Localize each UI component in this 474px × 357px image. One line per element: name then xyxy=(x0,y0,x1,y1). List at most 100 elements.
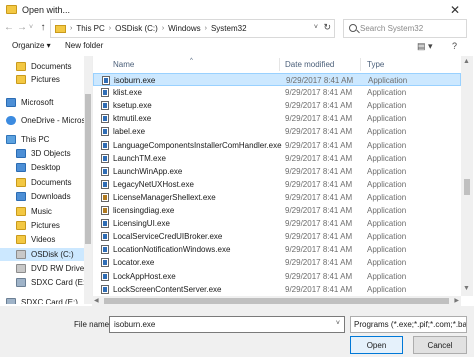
this-pc-icon xyxy=(6,135,16,144)
file-row[interactable]: Locator.exe 9/29/2017 8:41 AM Application xyxy=(93,256,461,269)
breadcrumb-separator[interactable]: › xyxy=(70,25,72,32)
column-header-date-modified[interactable]: Date modified xyxy=(285,56,334,72)
search-box[interactable]: Search System32 xyxy=(343,19,467,38)
file-date: 9/29/2017 8:41 AM xyxy=(285,258,353,268)
file-type: Application xyxy=(367,206,407,215)
nav-item[interactable]: OneDrive - Micros xyxy=(0,114,87,127)
nav-item[interactable]: Desktop xyxy=(0,161,87,174)
scroll-left-icon[interactable]: ◀ xyxy=(94,297,99,304)
file-type-select[interactable]: Programs (*.exe;*.pif;*.com;*.ba xyxy=(350,316,467,333)
file-type: Application xyxy=(367,232,407,242)
scrollbar-thumb[interactable] xyxy=(464,179,470,195)
nav-item-label: Microsoft xyxy=(21,98,54,107)
file-name-value[interactable]: isoburn.exe xyxy=(114,320,155,329)
breadcrumb-windows[interactable]: Windows xyxy=(168,24,200,33)
scroll-up-icon[interactable]: ▲ xyxy=(463,58,470,65)
file-row[interactable]: LaunchWinApp.exe 9/29/2017 8:41 AM Applica… xyxy=(93,165,461,178)
chevron-down-icon[interactable]: ˅ xyxy=(314,24,318,31)
file-row[interactable]: LicensingUI.exe 9/29/2017 8:41 AM Applicat… xyxy=(93,217,461,230)
back-button[interactable]: ← xyxy=(2,16,16,38)
nav-item[interactable]: Pictures xyxy=(0,73,87,86)
file-type-value[interactable]: Programs (*.exe;*.pif;*.com;*.ba xyxy=(354,320,466,329)
file-type: Application xyxy=(367,166,407,176)
file-type: Application xyxy=(367,271,407,281)
breadcrumb-system32[interactable]: System32 xyxy=(211,24,247,33)
breadcrumb-separator[interactable]: › xyxy=(109,25,111,32)
nav-item[interactable]: SDXC Card (E:) xyxy=(0,276,87,289)
column-divider[interactable] xyxy=(360,58,361,71)
file-row[interactable]: LockAppHost.exe 9/29/2017 8:41 AM Applicat… xyxy=(93,270,461,283)
scrollbar-thumb[interactable] xyxy=(85,94,91,244)
address-bar[interactable]: › This PC › OSDisk (C:) › Windows › Syst… xyxy=(50,19,335,38)
view-options-button[interactable]: ▤ ▾ xyxy=(417,41,433,52)
file-row[interactable]: LocationNotificationWindows.exe 9/29/2017… xyxy=(93,243,461,256)
videos-icon xyxy=(16,235,26,244)
nav-item[interactable]: DVD RW Drive ( xyxy=(0,262,87,275)
file-row[interactable]: LegacyNetUXHost.exe 9/29/2017 8:41 AM Appl… xyxy=(93,178,461,191)
open-button[interactable]: Open xyxy=(350,336,403,354)
nav-item[interactable]: Videos xyxy=(0,233,87,246)
navigation-pane-scrollbar[interactable] xyxy=(84,56,92,304)
nav-item[interactable]: Microsoft xyxy=(0,96,87,109)
organize-button[interactable]: Organize ▾ xyxy=(12,41,51,50)
exe-file-icon xyxy=(101,127,109,137)
scroll-right-icon[interactable]: ▶ xyxy=(454,297,459,304)
file-date: 9/29/2017 8:41 AM xyxy=(285,245,353,255)
nav-item[interactable]: Documents xyxy=(0,176,87,189)
file-date: 9/29/2017 8:41 AM xyxy=(285,101,353,111)
file-row[interactable]: ksetup.exe 9/29/2017 8:41 AM Application xyxy=(93,99,461,112)
breadcrumb-separator[interactable]: › xyxy=(205,25,207,32)
nav-item[interactable]: OSDisk (C:) xyxy=(0,248,87,261)
scroll-down-icon[interactable]: ▼ xyxy=(463,285,470,292)
breadcrumb-this-pc[interactable]: This PC xyxy=(76,24,104,33)
file-row[interactable]: licensingdiag.exe 9/29/2017 8:41 AM Applic… xyxy=(93,204,461,217)
file-type: Application xyxy=(367,140,407,150)
breadcrumb-osdisk[interactable]: OSDisk (C:) xyxy=(115,24,158,33)
file-row[interactable]: LicenseManagerShellext.exe 9/29/2017 8:41… xyxy=(93,191,461,204)
refresh-icon[interactable]: ↻ xyxy=(323,22,331,33)
file-type: Application xyxy=(367,219,407,229)
file-row[interactable]: LanguageComponentsInstallerComHandler.ex… xyxy=(93,139,461,152)
file-row[interactable]: LockScreenContentServer.exe 9/29/2017 8:4… xyxy=(93,283,461,296)
nav-item[interactable]: 3D Objects xyxy=(0,147,87,160)
new-folder-button[interactable]: New folder xyxy=(65,41,103,50)
file-name: LanguageComponentsInstallerComHandler.ex… xyxy=(113,140,282,150)
up-button[interactable]: ↑ xyxy=(36,16,50,38)
file-date: 9/29/2017 8:41 AM xyxy=(285,271,353,281)
column-header-name[interactable]: Name xyxy=(113,56,134,72)
help-button[interactable]: ? xyxy=(452,41,457,51)
cancel-button[interactable]: Cancel xyxy=(413,336,467,354)
nav-item[interactable]: Documents xyxy=(0,60,87,73)
nav-item[interactable]: Downloads xyxy=(0,190,87,203)
recent-locations-button[interactable]: ˅ xyxy=(26,16,36,38)
nav-item[interactable]: SDXC Card (E:) xyxy=(0,296,87,304)
exe-file-icon xyxy=(101,179,109,189)
file-name: LockAppHost.exe xyxy=(113,271,176,281)
nav-item-label: Music xyxy=(31,207,52,216)
file-row[interactable]: isoburn.exe 9/29/2017 8:41 AM Application xyxy=(93,73,461,86)
file-name: label.exe xyxy=(113,127,146,137)
file-name: LicensingUI.exe xyxy=(113,219,170,229)
file-row[interactable]: klist.exe 9/29/2017 8:41 AM Application xyxy=(93,86,461,99)
file-list-horizontal-scrollbar[interactable]: ◀ ▶ xyxy=(92,296,461,306)
nav-item[interactable]: This PC xyxy=(0,133,87,146)
nav-item[interactable]: Music xyxy=(0,205,87,218)
scrollbar-thumb[interactable] xyxy=(104,298,449,304)
column-divider[interactable] xyxy=(279,58,280,71)
chevron-down-icon[interactable]: ˅ xyxy=(336,320,340,327)
file-name-field[interactable]: isoburn.exe ˅ xyxy=(109,316,345,333)
exe-file-icon xyxy=(101,140,109,150)
exe-file-icon xyxy=(101,245,109,255)
search-input[interactable]: Search System32 xyxy=(360,24,423,33)
breadcrumb-separator[interactable]: › xyxy=(162,25,164,32)
file-name: ktmutil.exe xyxy=(113,114,152,124)
file-row[interactable]: LocalServiceCredUIBroker.exe 9/29/2017 8:… xyxy=(93,230,461,243)
nav-item[interactable]: Pictures xyxy=(0,219,87,232)
file-row[interactable]: label.exe 9/29/2017 8:41 AM Application xyxy=(93,125,461,138)
music-icon xyxy=(16,207,26,216)
file-row[interactable]: LaunchTM.exe 9/29/2017 8:41 AM Application xyxy=(93,152,461,165)
column-header-type[interactable]: Type xyxy=(367,56,384,72)
file-date: 9/29/2017 8:41 AM xyxy=(285,232,353,242)
file-list-vertical-scrollbar[interactable]: ▲ ▼ xyxy=(461,56,473,296)
file-row[interactable]: ktmutil.exe 9/29/2017 8:41 AM Application xyxy=(93,112,461,125)
